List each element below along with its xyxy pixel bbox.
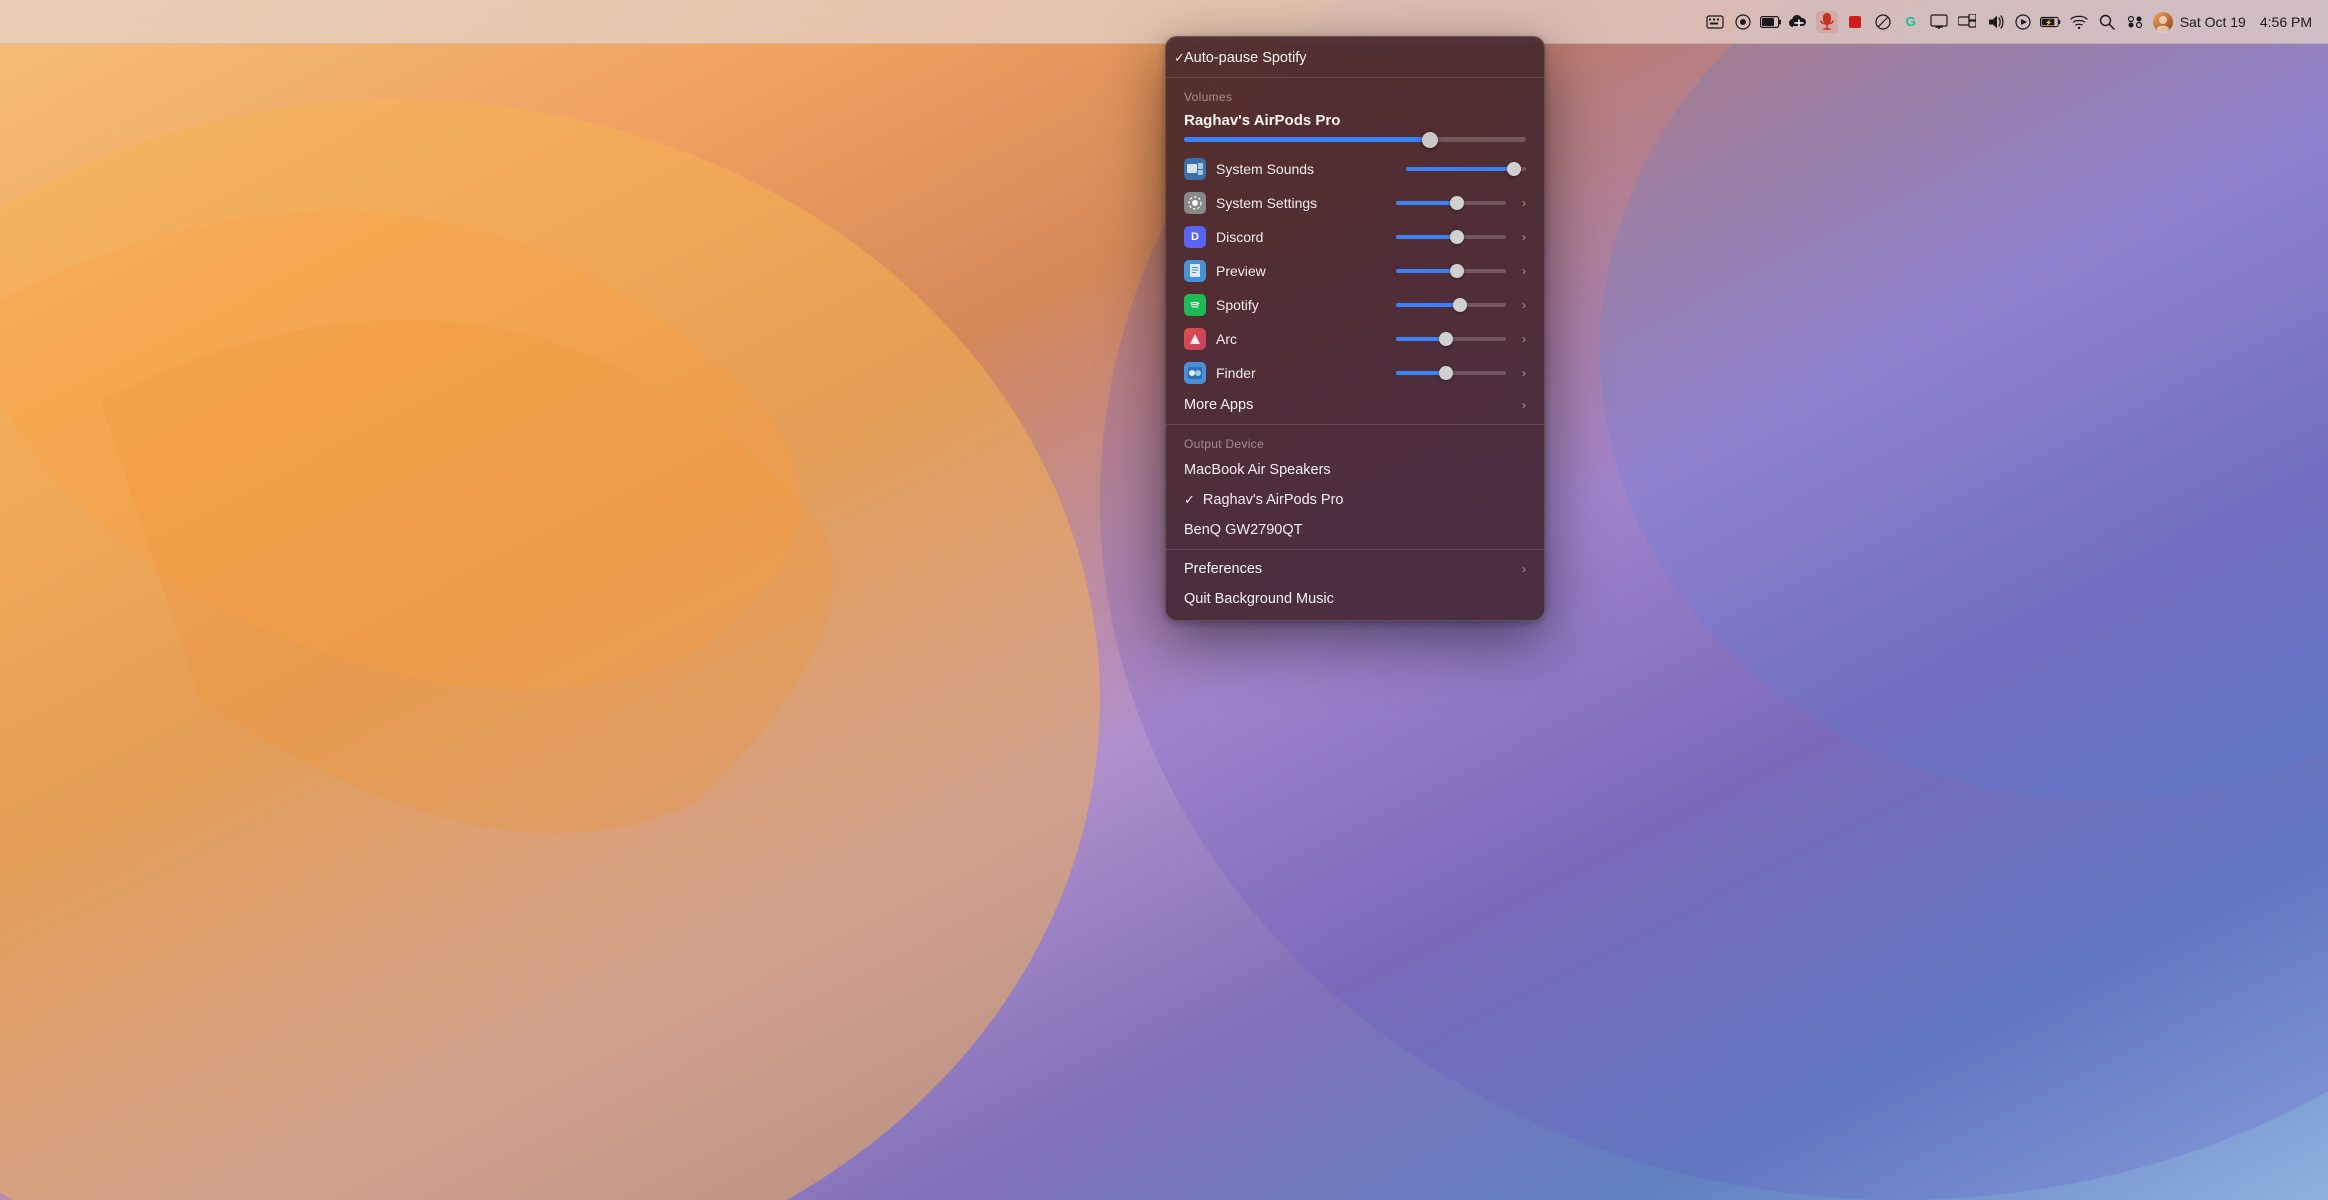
quit-item[interactable]: Quit Background Music <box>1166 584 1544 614</box>
system-sounds-icon <box>1184 158 1206 180</box>
app-row-preview[interactable]: Preview › <box>1166 254 1544 288</box>
display-icon[interactable] <box>1928 11 1950 33</box>
menubar: G <box>0 0 2328 44</box>
separator-3 <box>1166 549 1544 550</box>
arc-label: Arc <box>1216 331 1386 347</box>
system-sounds-label: System Sounds <box>1216 161 1396 177</box>
main-device-name: Raghav's AirPods Pro <box>1184 112 1526 129</box>
auto-pause-label: Auto-pause Spotify <box>1184 50 1307 66</box>
arc-thumb[interactable] <box>1439 332 1453 346</box>
finder-label: Finder <box>1216 365 1386 381</box>
quit-label: Quit Background Music <box>1184 591 1334 607</box>
preferences-label: Preferences <box>1184 561 1262 577</box>
wallpaper <box>0 0 2328 1200</box>
preferences-item[interactable]: Preferences › <box>1166 554 1544 584</box>
menubar-date: Sat Oct 19 <box>2180 14 2246 30</box>
dropdown-menu: Auto-pause Spotify Volumes Raghav's AirP… <box>1165 36 1545 621</box>
controlcenter-icon[interactable] <box>2124 11 2146 33</box>
grammarly-icon[interactable]: G <box>1900 11 1922 33</box>
system-settings-thumb[interactable] <box>1450 196 1464 210</box>
discord-icon: D <box>1184 226 1206 248</box>
output-airpods-label: Raghav's AirPods Pro <box>1203 492 1344 508</box>
app-row-discord[interactable]: D Discord › <box>1166 220 1544 254</box>
microphone-icon[interactable] <box>1816 11 1838 33</box>
main-volume-slider[interactable] <box>1184 137 1526 142</box>
discord-chevron: › <box>1522 230 1526 244</box>
main-volume-section: Raghav's AirPods Pro <box>1166 108 1544 152</box>
spotify-label: Spotify <box>1216 297 1386 313</box>
app-row-finder[interactable]: Finder › <box>1166 356 1544 390</box>
multiscreen-icon[interactable] <box>1956 11 1978 33</box>
output-benq-label: BenQ GW2790QT <box>1184 522 1302 538</box>
spotify-chevron: › <box>1522 298 1526 312</box>
app-row-spotify[interactable]: Spotify › <box>1166 288 1544 322</box>
battery-icon[interactable] <box>1760 11 1782 33</box>
system-settings-chevron: › <box>1522 196 1526 210</box>
keyboard-icon[interactable] <box>1704 11 1726 33</box>
battery2-icon[interactable]: ⚡ <box>2040 11 2062 33</box>
app-row-arc[interactable]: Arc › <box>1166 322 1544 356</box>
finder-thumb[interactable] <box>1439 366 1453 380</box>
discord-label: Discord <box>1216 229 1386 245</box>
more-apps-chevron: › <box>1522 398 1526 412</box>
preview-icon <box>1184 260 1206 282</box>
cloud-icon[interactable] <box>1788 11 1810 33</box>
output-macbook[interactable]: MacBook Air Speakers <box>1166 455 1544 485</box>
discord-thumb[interactable] <box>1450 230 1464 244</box>
screenrecord-icon[interactable] <box>1732 11 1754 33</box>
play-icon[interactable] <box>2012 11 2034 33</box>
spotify-icon <box>1184 294 1206 316</box>
volumes-section-label: Volumes <box>1166 82 1544 108</box>
output-macbook-label: MacBook Air Speakers <box>1184 462 1331 478</box>
menubar-time: 4:56 PM <box>2260 14 2312 30</box>
preview-thumb[interactable] <box>1450 264 1464 278</box>
finder-icon <box>1184 362 1206 384</box>
svg-text:⚡: ⚡ <box>2045 18 2052 26</box>
app-row-system-sounds[interactable]: System Sounds <box>1166 152 1544 186</box>
main-slider-thumb[interactable] <box>1422 132 1438 148</box>
preview-label: Preview <box>1216 263 1386 279</box>
wifi-icon[interactable] <box>2068 11 2090 33</box>
output-airpods[interactable]: Raghav's AirPods Pro <box>1166 485 1544 515</box>
separator-2 <box>1166 424 1544 425</box>
separator-1 <box>1166 77 1544 78</box>
finder-chevron: › <box>1522 366 1526 380</box>
more-apps-item[interactable]: More Apps › <box>1166 390 1544 420</box>
preferences-chevron: › <box>1522 562 1526 576</box>
arc-chevron: › <box>1522 332 1526 346</box>
volume-icon[interactable] <box>1984 11 2006 33</box>
system-settings-icon <box>1184 192 1206 214</box>
system-sounds-thumb[interactable] <box>1507 162 1521 176</box>
search-icon[interactable] <box>2096 11 2118 33</box>
output-device-section-label: Output Device <box>1166 429 1544 455</box>
app-row-system-settings[interactable]: System Settings › <box>1166 186 1544 220</box>
arc-icon <box>1184 328 1206 350</box>
more-apps-label: More Apps <box>1184 397 1253 413</box>
spotify-thumb[interactable] <box>1453 298 1467 312</box>
auto-pause-item[interactable]: Auto-pause Spotify <box>1166 43 1544 73</box>
do-not-disturb-icon[interactable] <box>1872 11 1894 33</box>
avatar-icon[interactable] <box>2152 11 2174 33</box>
output-benq[interactable]: BenQ GW2790QT <box>1166 515 1544 545</box>
system-settings-label: System Settings <box>1216 195 1386 211</box>
preview-chevron: › <box>1522 264 1526 278</box>
record-icon[interactable] <box>1844 11 1866 33</box>
main-slider-fill <box>1184 137 1430 142</box>
